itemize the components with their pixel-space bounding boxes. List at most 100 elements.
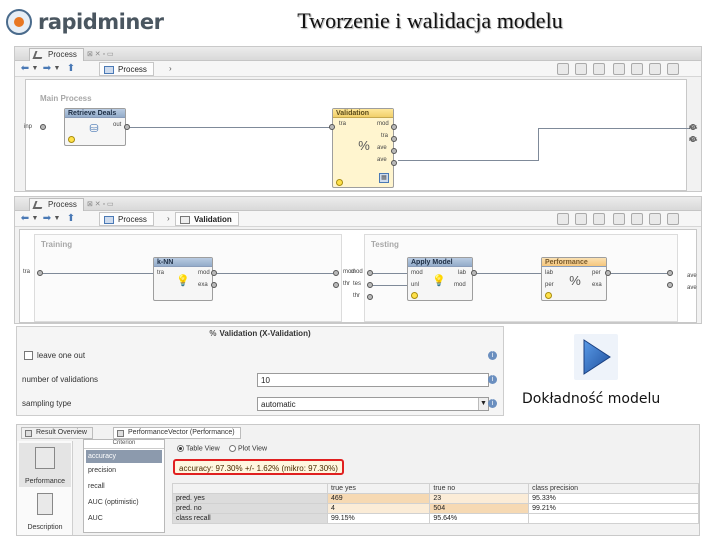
- tab-process[interactable]: Process: [29, 198, 84, 211]
- testing-in-port[interactable]: [367, 294, 373, 300]
- help-icon[interactable]: i: [488, 399, 497, 408]
- validation-out-port[interactable]: [391, 124, 397, 130]
- row-label: class recall: [172, 513, 328, 524]
- tab-result-overview[interactable]: Result Overview: [21, 427, 93, 439]
- performance-operator[interactable]: Performance lab per per exa %: [541, 257, 607, 301]
- back-dropdown-icon[interactable]: ▼: [31, 213, 39, 225]
- order-icon[interactable]: [593, 63, 605, 75]
- sidebar-item-label: Performance: [24, 478, 66, 485]
- retrieve-deals-operator[interactable]: Retrieve Deals ⛁ out: [64, 108, 126, 146]
- forward-dropdown-icon[interactable]: ▼: [53, 63, 61, 75]
- forward-dropdown-icon[interactable]: ▼: [53, 213, 61, 225]
- auto-wire-icon[interactable]: [557, 63, 569, 75]
- port-label: per: [592, 270, 601, 276]
- plot-view-radio[interactable]: Plot View: [229, 445, 267, 452]
- sidebar-item-description[interactable]: Description: [19, 489, 71, 533]
- port-label: ave: [687, 285, 697, 291]
- input-port[interactable]: [40, 124, 46, 130]
- connection-wire: [217, 273, 333, 274]
- criterion-precision[interactable]: precision: [86, 464, 162, 477]
- breadcrumb-validation[interactable]: Validation: [175, 212, 239, 226]
- knn-out-port[interactable]: [211, 282, 217, 288]
- table-view-radio[interactable]: Table View: [177, 445, 220, 452]
- table-cell: 95.64%: [429, 513, 530, 524]
- breadcrumb-process[interactable]: Process: [99, 212, 154, 226]
- parameters-title: % Validation (X-Validation): [17, 329, 503, 338]
- criterion-auc-optimistic[interactable]: AUC (optimistic): [86, 496, 162, 509]
- validation-subprocess-panel: Process ⊠ ✕ ▫ ▭ ⬅ ▼ ➡ ▼ ⬆ Process › Vali…: [14, 196, 702, 324]
- results-panel: Result Overview PerformanceVector (Perfo…: [16, 424, 700, 536]
- settings-icon[interactable]: [667, 213, 679, 225]
- up-arrow-icon[interactable]: ⬆: [65, 63, 77, 75]
- collapse-icon[interactable]: [649, 63, 661, 75]
- arrange-icon[interactable]: [575, 213, 587, 225]
- table-header-cell: true yes: [326, 483, 431, 494]
- back-arrow-icon[interactable]: ⬅: [19, 213, 31, 225]
- chevron-down-icon[interactable]: ▼: [478, 398, 488, 410]
- operator-title: Validation: [333, 109, 393, 118]
- main-process-panel: Process ⊠ ✕ ▫ ▭ ⬅ ▼ ➡ ▼ ⬆ Process › Main…: [14, 46, 702, 192]
- arrange-icon[interactable]: [575, 63, 587, 75]
- radio-icon: [229, 445, 236, 452]
- training-out-port[interactable]: [333, 282, 339, 288]
- subprocess-canvas[interactable]: Training tra k-NN tra mod exa 💡 mod thr …: [19, 229, 697, 323]
- port-label: lab: [458, 270, 467, 276]
- up-arrow-icon[interactable]: ⬆: [65, 213, 77, 225]
- validation-operator[interactable]: Validation tra mod tra ave ave % ▦: [332, 108, 394, 188]
- knn-operator[interactable]: k-NN tra mod exa 💡: [153, 257, 213, 301]
- forward-arrow-icon[interactable]: ➡: [41, 213, 53, 225]
- expand-icon[interactable]: [631, 63, 643, 75]
- order-icon[interactable]: [593, 213, 605, 225]
- lightbulb-icon: 💡: [176, 275, 190, 287]
- subprocess-icon[interactable]: ▦: [379, 173, 389, 183]
- number-of-validations-input[interactable]: 10: [257, 373, 489, 387]
- port-label: tra: [23, 269, 31, 275]
- training-out-port[interactable]: [333, 270, 339, 276]
- table-cell: 95.33%: [528, 493, 699, 504]
- auto-wire-icon[interactable]: [557, 213, 569, 225]
- tab-controls-icon[interactable]: ⊠ ✕ ▫ ▭: [87, 50, 114, 58]
- expand-icon[interactable]: [631, 213, 643, 225]
- tab-performance-vector[interactable]: PerformanceVector (Performance): [113, 427, 241, 439]
- tab-process[interactable]: Process: [29, 48, 84, 61]
- sidebar-item-performance[interactable]: Performance: [19, 443, 71, 487]
- validation-in-port[interactable]: [329, 124, 335, 130]
- port-label: ave: [687, 273, 697, 279]
- grid-icon[interactable]: [613, 213, 625, 225]
- port-label: thr: [343, 281, 351, 287]
- port-label: mod: [351, 269, 363, 275]
- back-dropdown-icon[interactable]: ▼: [31, 63, 39, 75]
- forward-arrow-icon[interactable]: ➡: [41, 63, 53, 75]
- collapse-icon[interactable]: [649, 213, 661, 225]
- process-canvas[interactable]: Main Process inp Retrieve Deals ⛁ out Va…: [24, 79, 696, 191]
- help-icon[interactable]: i: [488, 351, 497, 360]
- port-label: lab: [545, 270, 554, 276]
- grid-icon[interactable]: [613, 63, 625, 75]
- play-icon[interactable]: [574, 334, 618, 380]
- testing-out-port[interactable]: [667, 282, 673, 288]
- testing-out-port[interactable]: [667, 270, 673, 276]
- training-subprocess[interactable]: Training tra k-NN tra mod exa 💡 mod thr: [23, 234, 355, 322]
- operator-title: Performance: [542, 258, 606, 267]
- criterion-auc[interactable]: AUC: [86, 512, 162, 525]
- validation-out-port[interactable]: [391, 160, 397, 166]
- breadcrumb-process[interactable]: Process: [99, 62, 154, 76]
- result-sidebar: Performance Description: [17, 441, 73, 535]
- help-icon[interactable]: i: [488, 375, 497, 384]
- port-label: ave: [377, 157, 387, 163]
- validation-out-port[interactable]: [391, 136, 397, 142]
- settings-icon[interactable]: [667, 63, 679, 75]
- port-label: exa: [198, 282, 208, 288]
- leave-one-out-checkbox[interactable]: [24, 351, 33, 360]
- criterion-accuracy[interactable]: accuracy: [86, 450, 162, 463]
- status-indicator-icon: [545, 292, 552, 299]
- sampling-type-select[interactable]: automatic ▼: [257, 397, 489, 411]
- tab-controls-icon[interactable]: ⊠ ✕ ▫ ▭: [87, 200, 114, 208]
- testing-subprocess[interactable]: Testing mod tes thr Apply Model mod unl …: [351, 234, 678, 322]
- validation-out-port[interactable]: [391, 148, 397, 154]
- select-value: automatic: [261, 400, 296, 409]
- apply-model-operator[interactable]: Apply Model mod unl lab mod 💡: [407, 257, 473, 301]
- connection-wire: [398, 160, 538, 161]
- back-arrow-icon[interactable]: ⬅: [19, 63, 31, 75]
- criterion-recall[interactable]: recall: [86, 480, 162, 493]
